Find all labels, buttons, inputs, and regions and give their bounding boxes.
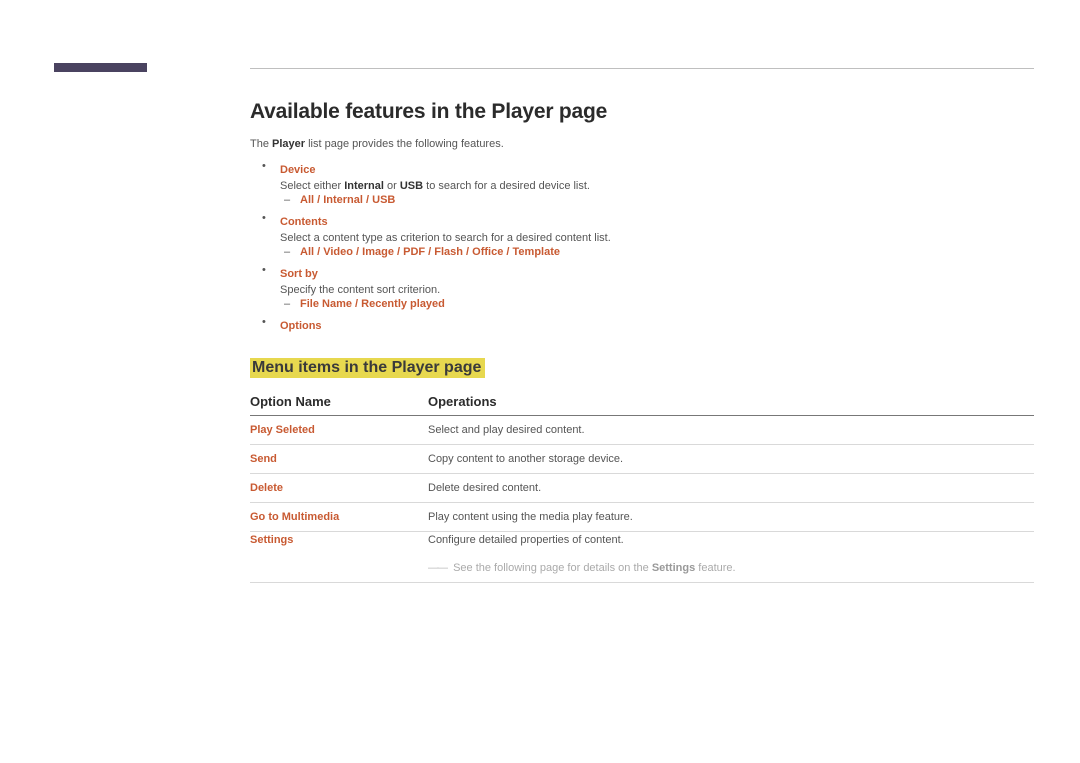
option-name-cell: Play Seleted [250, 416, 428, 445]
feature-device-desc: Select either Internal or USB to search … [280, 180, 1034, 192]
option-name-cell: Go to Multimedia [250, 503, 428, 532]
options-table: Option Name Operations Play Seleted Sele… [250, 390, 1034, 583]
top-horizontal-rule [250, 68, 1034, 69]
feature-options: Options [270, 316, 1034, 334]
note-bold: Settings [652, 562, 695, 574]
option-name-cell: Delete [250, 474, 428, 503]
settings-note-text: See the following page for details on th… [453, 562, 736, 574]
content-area: Available features in the Player page Th… [250, 100, 1034, 583]
table-row: Play Seleted Select and play desired con… [250, 416, 1034, 445]
operation-cell: Copy content to another storage device. [428, 445, 1034, 474]
operation-cell: Delete desired content. [428, 474, 1034, 503]
feature-device-sublist: All / Internal / USB [280, 194, 1034, 206]
feature-list: Device Select either Internal or USB to … [250, 160, 1034, 334]
table-row: Send Copy content to another storage dev… [250, 445, 1034, 474]
device-desc-usb: USB [400, 180, 423, 192]
feature-contents-sub: All / Video / Image / PDF / Flash / Offi… [300, 246, 1034, 258]
device-desc-or: or [384, 180, 400, 192]
option-name-cell: Send [250, 445, 428, 474]
feature-contents-desc: Select a content type as criterion to se… [280, 232, 1034, 244]
feature-device: Device Select either Internal or USB to … [270, 160, 1034, 206]
table-row: Go to Multimedia Play content using the … [250, 503, 1034, 532]
option-name-cell: Settings [250, 532, 428, 555]
table-header-operations: Operations [428, 390, 1034, 416]
operation-cell: Select and play desired content. [428, 416, 1034, 445]
feature-sortby-desc: Specify the content sort criterion. [280, 284, 1034, 296]
section-tab-marker [54, 63, 147, 72]
feature-device-sub: All / Internal / USB [300, 194, 1034, 206]
empty-cell [250, 554, 428, 583]
table-row: Delete Delete desired content. [250, 474, 1034, 503]
note-dash-icon: ―― [428, 562, 446, 574]
settings-note-cell: ―― See the following page for details on… [428, 554, 1034, 583]
table-row: Settings Configure detailed properties o… [250, 532, 1034, 555]
operation-cell: Play content using the media play featur… [428, 503, 1034, 532]
feature-sortby-title: Sort by [280, 268, 318, 280]
feature-device-title: Device [280, 164, 315, 176]
intro-paragraph: The Player list page provides the follow… [250, 138, 1034, 150]
operation-cell: Configure detailed properties of content… [428, 532, 1034, 555]
intro-text-bold: Player [272, 138, 305, 150]
feature-contents-sublist: All / Video / Image / PDF / Flash / Offi… [280, 246, 1034, 258]
feature-contents: Contents Select a content type as criter… [270, 212, 1034, 258]
intro-text-pre: The [250, 138, 272, 150]
table-row-note: ―― See the following page for details on… [250, 554, 1034, 583]
table-header-row: Option Name Operations [250, 390, 1034, 416]
feature-sortby: Sort by Specify the content sort criteri… [270, 264, 1034, 310]
intro-text-post: list page provides the following feature… [305, 138, 504, 150]
feature-sortby-sub: File Name / Recently played [300, 298, 1034, 310]
document-page: Available features in the Player page Th… [0, 0, 1080, 763]
subsection-heading: Menu items in the Player page [250, 358, 485, 378]
note-pre: See the following page for details on th… [453, 562, 652, 574]
device-desc-pre: Select either [280, 180, 344, 192]
feature-contents-title: Contents [280, 216, 328, 228]
feature-sortby-sublist: File Name / Recently played [280, 298, 1034, 310]
section-heading: Available features in the Player page [250, 100, 1034, 124]
feature-options-title: Options [280, 320, 322, 332]
note-post: feature. [695, 562, 735, 574]
device-desc-internal: Internal [344, 180, 384, 192]
table-header-option-name: Option Name [250, 390, 428, 416]
device-desc-post: to search for a desired device list. [423, 180, 590, 192]
